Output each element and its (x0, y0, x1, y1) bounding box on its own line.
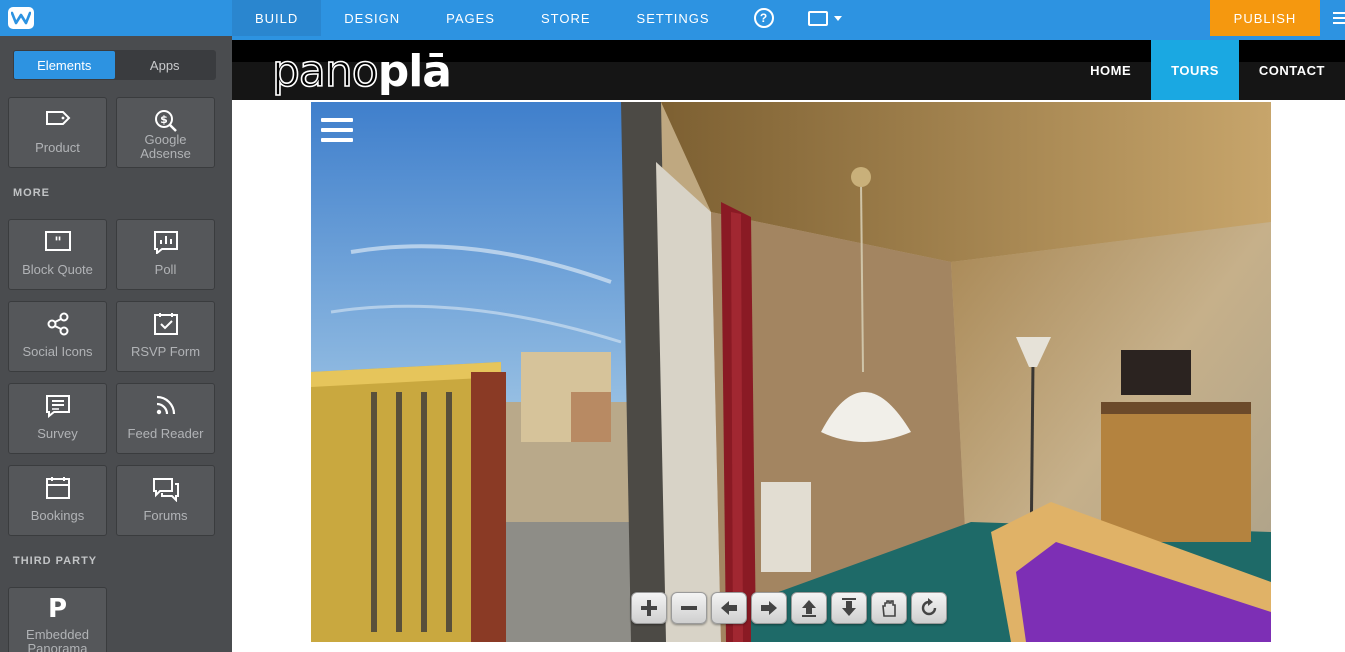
zoom-in-icon[interactable] (631, 592, 667, 624)
site-logo-bold: plā (377, 46, 452, 97)
element-survey[interactable]: Survey (8, 383, 107, 454)
element-poll[interactable]: Poll (116, 219, 215, 290)
editor-topbar: BUILD DESIGN PAGES STORE SETTINGS ? PUBL… (0, 0, 1345, 36)
rotate-icon[interactable] (911, 592, 947, 624)
element-label: Embedded Panorama (26, 627, 89, 652)
element-label: Feed Reader (127, 426, 204, 441)
svg-text:": " (54, 235, 61, 251)
segment-apps[interactable]: Apps (115, 51, 216, 79)
element-label: Forums (143, 508, 188, 523)
menu-button[interactable] (1320, 0, 1345, 36)
svg-text:$: $ (160, 113, 168, 126)
quote-icon: " (9, 230, 106, 252)
tab-store[interactable]: STORE (518, 0, 614, 36)
tab-pages[interactable]: PAGES (423, 0, 518, 36)
forum-icon (117, 476, 214, 502)
element-label: Product (35, 140, 80, 155)
site-header: pano plā HOME TOURS CONTACT (232, 40, 1345, 100)
panorama-viewer[interactable] (311, 102, 1271, 642)
calendar-icon (9, 476, 106, 500)
section-heading-more: MORE (13, 187, 50, 199)
panorama-controls (631, 592, 947, 624)
tab-settings[interactable]: SETTINGS (614, 0, 733, 36)
element-label: Poll (154, 262, 177, 277)
menu-icon (1333, 12, 1345, 14)
rss-icon (117, 394, 214, 418)
poll-icon (117, 230, 214, 254)
element-forums[interactable]: Forums (116, 465, 215, 536)
tab-design[interactable]: DESIGN (321, 0, 423, 36)
help-icon: ? (753, 8, 774, 28)
section-heading-third-party: THIRD PARTY (13, 555, 98, 567)
arrow-down-icon[interactable] (831, 592, 867, 624)
tab-build[interactable]: BUILD (232, 0, 322, 36)
arrow-right-icon[interactable] (751, 592, 787, 624)
element-label: Bookings (30, 508, 85, 523)
site-nav: HOME TOURS CONTACT (1070, 40, 1345, 100)
editor-tabs: BUILD DESIGN PAGES STORE SETTINGS (232, 0, 733, 36)
site-preview: pano plā HOME TOURS CONTACT (232, 36, 1345, 652)
hamburger-icon (321, 118, 353, 122)
hand-icon[interactable] (871, 592, 907, 624)
calendar-check-icon (117, 312, 214, 336)
device-preview-button[interactable] (795, 0, 855, 36)
element-embedded-panorama[interactable]: P Embedded Panorama (8, 587, 107, 652)
element-feed-reader[interactable]: Feed Reader (116, 383, 215, 454)
segment-elements[interactable]: Elements (14, 51, 115, 79)
element-block-quote[interactable]: " Block Quote (8, 219, 107, 290)
element-label: Block Quote (22, 262, 93, 277)
site-logo-light: pano (271, 46, 379, 97)
chevron-down-icon (833, 15, 842, 21)
zoom-out-icon[interactable] (671, 592, 707, 624)
element-rsvp-form[interactable]: RSVP Form (116, 301, 215, 372)
element-label: RSVP Form (130, 344, 201, 359)
help-button[interactable]: ? (733, 0, 795, 36)
p-letter-icon: P (47, 594, 68, 624)
panorama-menu-button[interactable] (321, 118, 353, 142)
weebly-logo[interactable] (0, 0, 232, 36)
monitor-icon (807, 10, 828, 26)
site-nav-tours[interactable]: TOURS (1151, 40, 1239, 100)
arrow-up-icon[interactable] (791, 592, 827, 624)
dollar-search-icon: $ (117, 108, 214, 134)
site-nav-contact[interactable]: CONTACT (1239, 40, 1345, 100)
element-google-adsense[interactable]: $ Google Adsense (116, 97, 215, 168)
element-social-icons[interactable]: Social Icons (8, 301, 107, 372)
site-logo[interactable]: pano plā (271, 44, 452, 97)
arrow-left-icon[interactable] (711, 592, 747, 624)
weebly-w-icon (8, 7, 34, 29)
element-label: Google Adsense (140, 132, 191, 161)
tag-icon (9, 108, 106, 128)
site-nav-home[interactable]: HOME (1070, 40, 1151, 100)
element-product[interactable]: Product (8, 97, 107, 168)
sidebar-segment-control: Elements Apps (13, 50, 216, 80)
elements-sidebar: Elements Apps Product $ Google Adsense M… (0, 36, 232, 652)
survey-icon (9, 394, 106, 418)
share-icon (9, 312, 106, 336)
panorama-image (311, 102, 1271, 642)
element-bookings[interactable]: Bookings (8, 465, 107, 536)
element-label: Social Icons (22, 344, 93, 359)
publish-button[interactable]: PUBLISH (1210, 0, 1320, 36)
element-label: Survey (37, 426, 78, 441)
